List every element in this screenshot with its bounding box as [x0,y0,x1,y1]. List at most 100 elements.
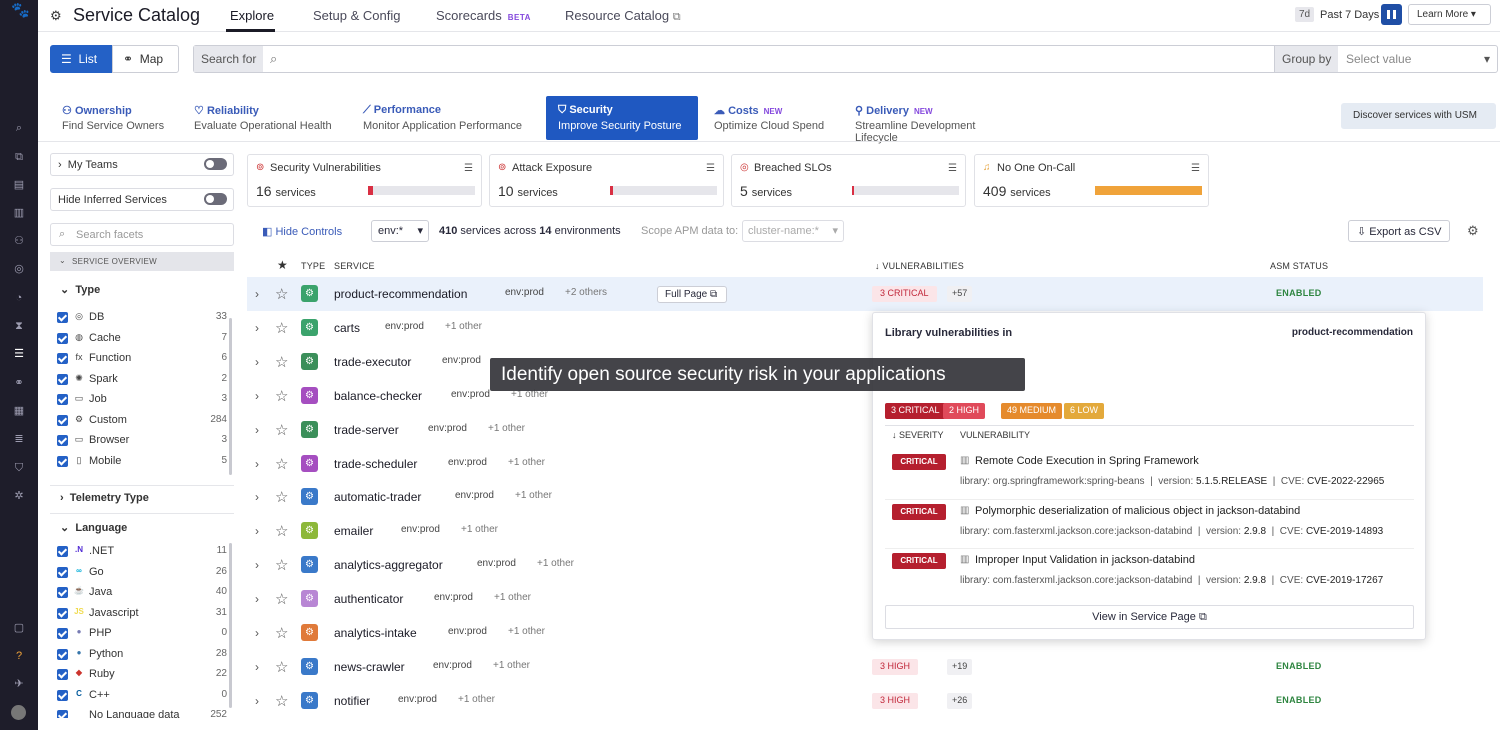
dog-logo-icon[interactable]: 🐾 [11,3,30,18]
other-envs[interactable]: +1 other [515,490,552,501]
search-icon[interactable]: ⌕ [11,121,27,135]
col-type[interactable]: TYPE [301,261,325,271]
category-ownership[interactable]: ⚇ Ownership Find Service Owners [50,96,180,140]
service-name[interactable]: news-crawler [334,660,405,674]
service-name[interactable]: emailer [334,524,373,538]
gear-icon[interactable]: ⚙ [1467,223,1479,239]
table-row[interactable]: › ☆ ⚙ product-recommendation env:prod +2 othe… [247,277,1483,311]
checkbox[interactable] [57,669,68,680]
search-bar[interactable]: Search for ⌕ Group by Select value ▾ [193,45,1498,73]
tab-setup-config[interactable]: Setup & Config [313,8,400,23]
facet-type-item[interactable]: ✺ Spark 2 [57,372,227,388]
facet-type-item[interactable]: fx Function 6 [57,351,227,367]
star-icon[interactable]: ☆ [275,353,288,371]
learn-more-button[interactable]: Learn More ▾ [1408,4,1491,25]
tab-explore[interactable]: Explore [230,8,274,23]
chevron-right-icon[interactable]: › [255,321,259,335]
col-service[interactable]: SERVICE [334,261,375,271]
full-page-button[interactable]: Full Page ⧉ [657,286,727,303]
other-envs[interactable]: +1 other [488,423,525,434]
monitor-icon[interactable]: ◎ [11,262,27,276]
chevron-right-icon[interactable]: › [255,287,259,301]
other-envs[interactable]: +1 other [494,592,531,603]
speed-icon[interactable]: ◔ [11,291,27,305]
service-name[interactable]: product-recommendation [334,287,467,301]
other-envs[interactable]: +2 others [565,287,607,298]
facet-language-item[interactable]: ◆ Ruby 22 [57,667,227,683]
vulnerability-more[interactable]: +26 [947,692,973,709]
star-icon[interactable]: ☆ [275,658,288,676]
facet-telemetry-header[interactable]: › Telemetry Type [60,492,149,504]
facet-language-item[interactable]: No Language data 252 [57,708,227,718]
time-range-label[interactable]: Past 7 Days [1320,9,1379,21]
link-icon[interactable]: ⚭ [11,376,27,390]
kpi-breached-slos[interactable]: ◎ Breached SLOs ☰ 5 services [731,154,966,207]
table-row[interactable]: › ☆ ⚙ news-crawler env:prod +1 other 3 HIGH +19… [247,650,1483,684]
export-csv-button[interactable]: ⇩ Export as CSV [1348,220,1450,242]
other-envs[interactable]: +1 other [508,626,545,637]
star-icon[interactable]: ☆ [275,692,288,710]
vulnerability-badge[interactable]: 3 CRITICAL [872,286,937,302]
facet-type-item[interactable]: ▭ Browser 3 [57,433,227,449]
my-teams-toggle[interactable] [204,158,227,170]
facet-type-item[interactable]: ⚙ Custom 284 [57,413,227,429]
facet-type-header[interactable]: ⌄ Type [60,283,100,296]
hide-inferred-toggle[interactable] [204,193,227,205]
checkbox[interactable] [57,587,68,598]
binoculars-icon[interactable]: ⧉ [11,150,27,164]
checkbox[interactable] [57,628,68,639]
list-view-button[interactable]: ☰ List [50,45,113,73]
vulnerability-row[interactable]: CRITICAL Improper Input Validation in jac… [885,548,1414,597]
star-icon[interactable]: ☆ [275,319,288,337]
checkbox[interactable] [57,546,68,557]
dashboard-icon[interactable]: ▤ [11,178,27,192]
vulnerability-title[interactable]: Improper Input Validation in jackson-dat… [960,554,1195,566]
pause-button[interactable] [1381,4,1402,25]
facet-language-item[interactable]: ☕ Java 40 [57,585,227,601]
help-icon[interactable]: ? [11,649,27,663]
kpi-no-one-on-call[interactable]: ♫ No One On-Call ☰ 409 services [974,154,1209,207]
service-name[interactable]: analytics-aggregator [334,558,443,572]
checkbox[interactable] [57,435,68,446]
language-scrollbar[interactable] [229,543,232,708]
rocket-icon[interactable]: ✈ [11,677,27,691]
other-envs[interactable]: +1 other [461,524,498,535]
chevron-right-icon[interactable]: › [255,660,259,674]
tab-scorecards[interactable]: Scorecards BETA [436,8,531,23]
facet-language-item[interactable]: C C++ 0 [57,688,227,704]
chart-icon[interactable]: ▥ [11,206,27,220]
logs-icon[interactable]: ≣ [11,432,27,446]
other-envs[interactable]: +1 other [508,457,545,468]
type-scrollbar[interactable] [229,318,232,475]
service-name[interactable]: analytics-intake [334,626,417,640]
category-delivery[interactable]: ⚲ Delivery NEW Streamline Development Life… [843,96,1033,144]
star-icon[interactable]: ☆ [275,556,288,574]
star-icon[interactable]: ☆ [275,488,288,506]
checkbox[interactable] [57,455,68,467]
category-reliability[interactable]: ♡ Reliability Evaluate Operational Health [182,96,347,140]
scope-select[interactable]: cluster-name:* ▾ [742,220,844,242]
chevron-right-icon[interactable]: › [255,457,259,471]
other-envs[interactable]: +1 other [493,660,530,671]
vulnerability-row[interactable]: CRITICAL Polymorphic deserialization of m… [885,499,1414,548]
filter-icon[interactable]: ☰ [706,163,715,174]
checkbox[interactable] [57,353,68,364]
chevron-right-icon[interactable]: › [255,524,259,538]
kpi-security-vulnerabilities[interactable]: ⊚ Security Vulnerabilities ☰ 16 services [247,154,482,207]
kpi-attack-exposure[interactable]: ⊚ Attack Exposure ☰ 10 services [489,154,724,207]
badge-low[interactable]: 6 LOW [1064,403,1105,419]
table-row[interactable]: › ☆ ⚙ notifier env:prod +1 other 3 HIGH +26 ENAB… [247,684,1483,718]
chevron-right-icon[interactable]: › [255,389,259,403]
service-name[interactable]: notifier [334,694,370,708]
shield-icon[interactable]: ⛉ [11,461,27,475]
col-vulnerabilities[interactable]: ↓ VULNERABILITIES [875,261,964,271]
badge-critical[interactable]: 3 CRITICAL [885,403,946,419]
apm-icon[interactable]: ⧗ [11,319,27,333]
badge-high[interactable]: 2 HIGH [943,403,986,419]
star-icon[interactable]: ☆ [275,387,288,405]
search-facets-input[interactable]: ⌕ Search facets [50,223,234,246]
col-severity[interactable]: ↓ SEVERITY [892,430,944,440]
service-name[interactable]: balance-checker [334,389,422,403]
facet-language-item[interactable]: ∞ Go 26 [57,565,227,581]
star-icon[interactable]: ☆ [275,590,288,608]
